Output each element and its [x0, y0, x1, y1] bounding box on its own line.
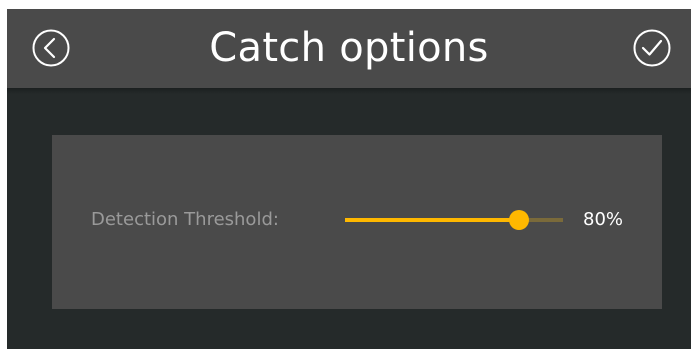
detection-threshold-value: 80%: [583, 209, 624, 230]
page-title: Catch options: [209, 25, 489, 71]
slider-thumb[interactable]: [509, 210, 529, 230]
header-bar: Catch options: [7, 9, 691, 88]
check-circle-icon: [633, 29, 671, 67]
slider-fill: [345, 218, 519, 222]
catch-options-screen: Catch options Detection Threshold: 80%: [7, 9, 691, 349]
detection-threshold-label: Detection Threshold:: [91, 209, 279, 230]
header-shadow: [7, 88, 691, 94]
confirm-button[interactable]: [632, 28, 672, 68]
settings-panel: Detection Threshold: 80%: [52, 135, 662, 309]
detection-threshold-slider[interactable]: [342, 207, 566, 233]
